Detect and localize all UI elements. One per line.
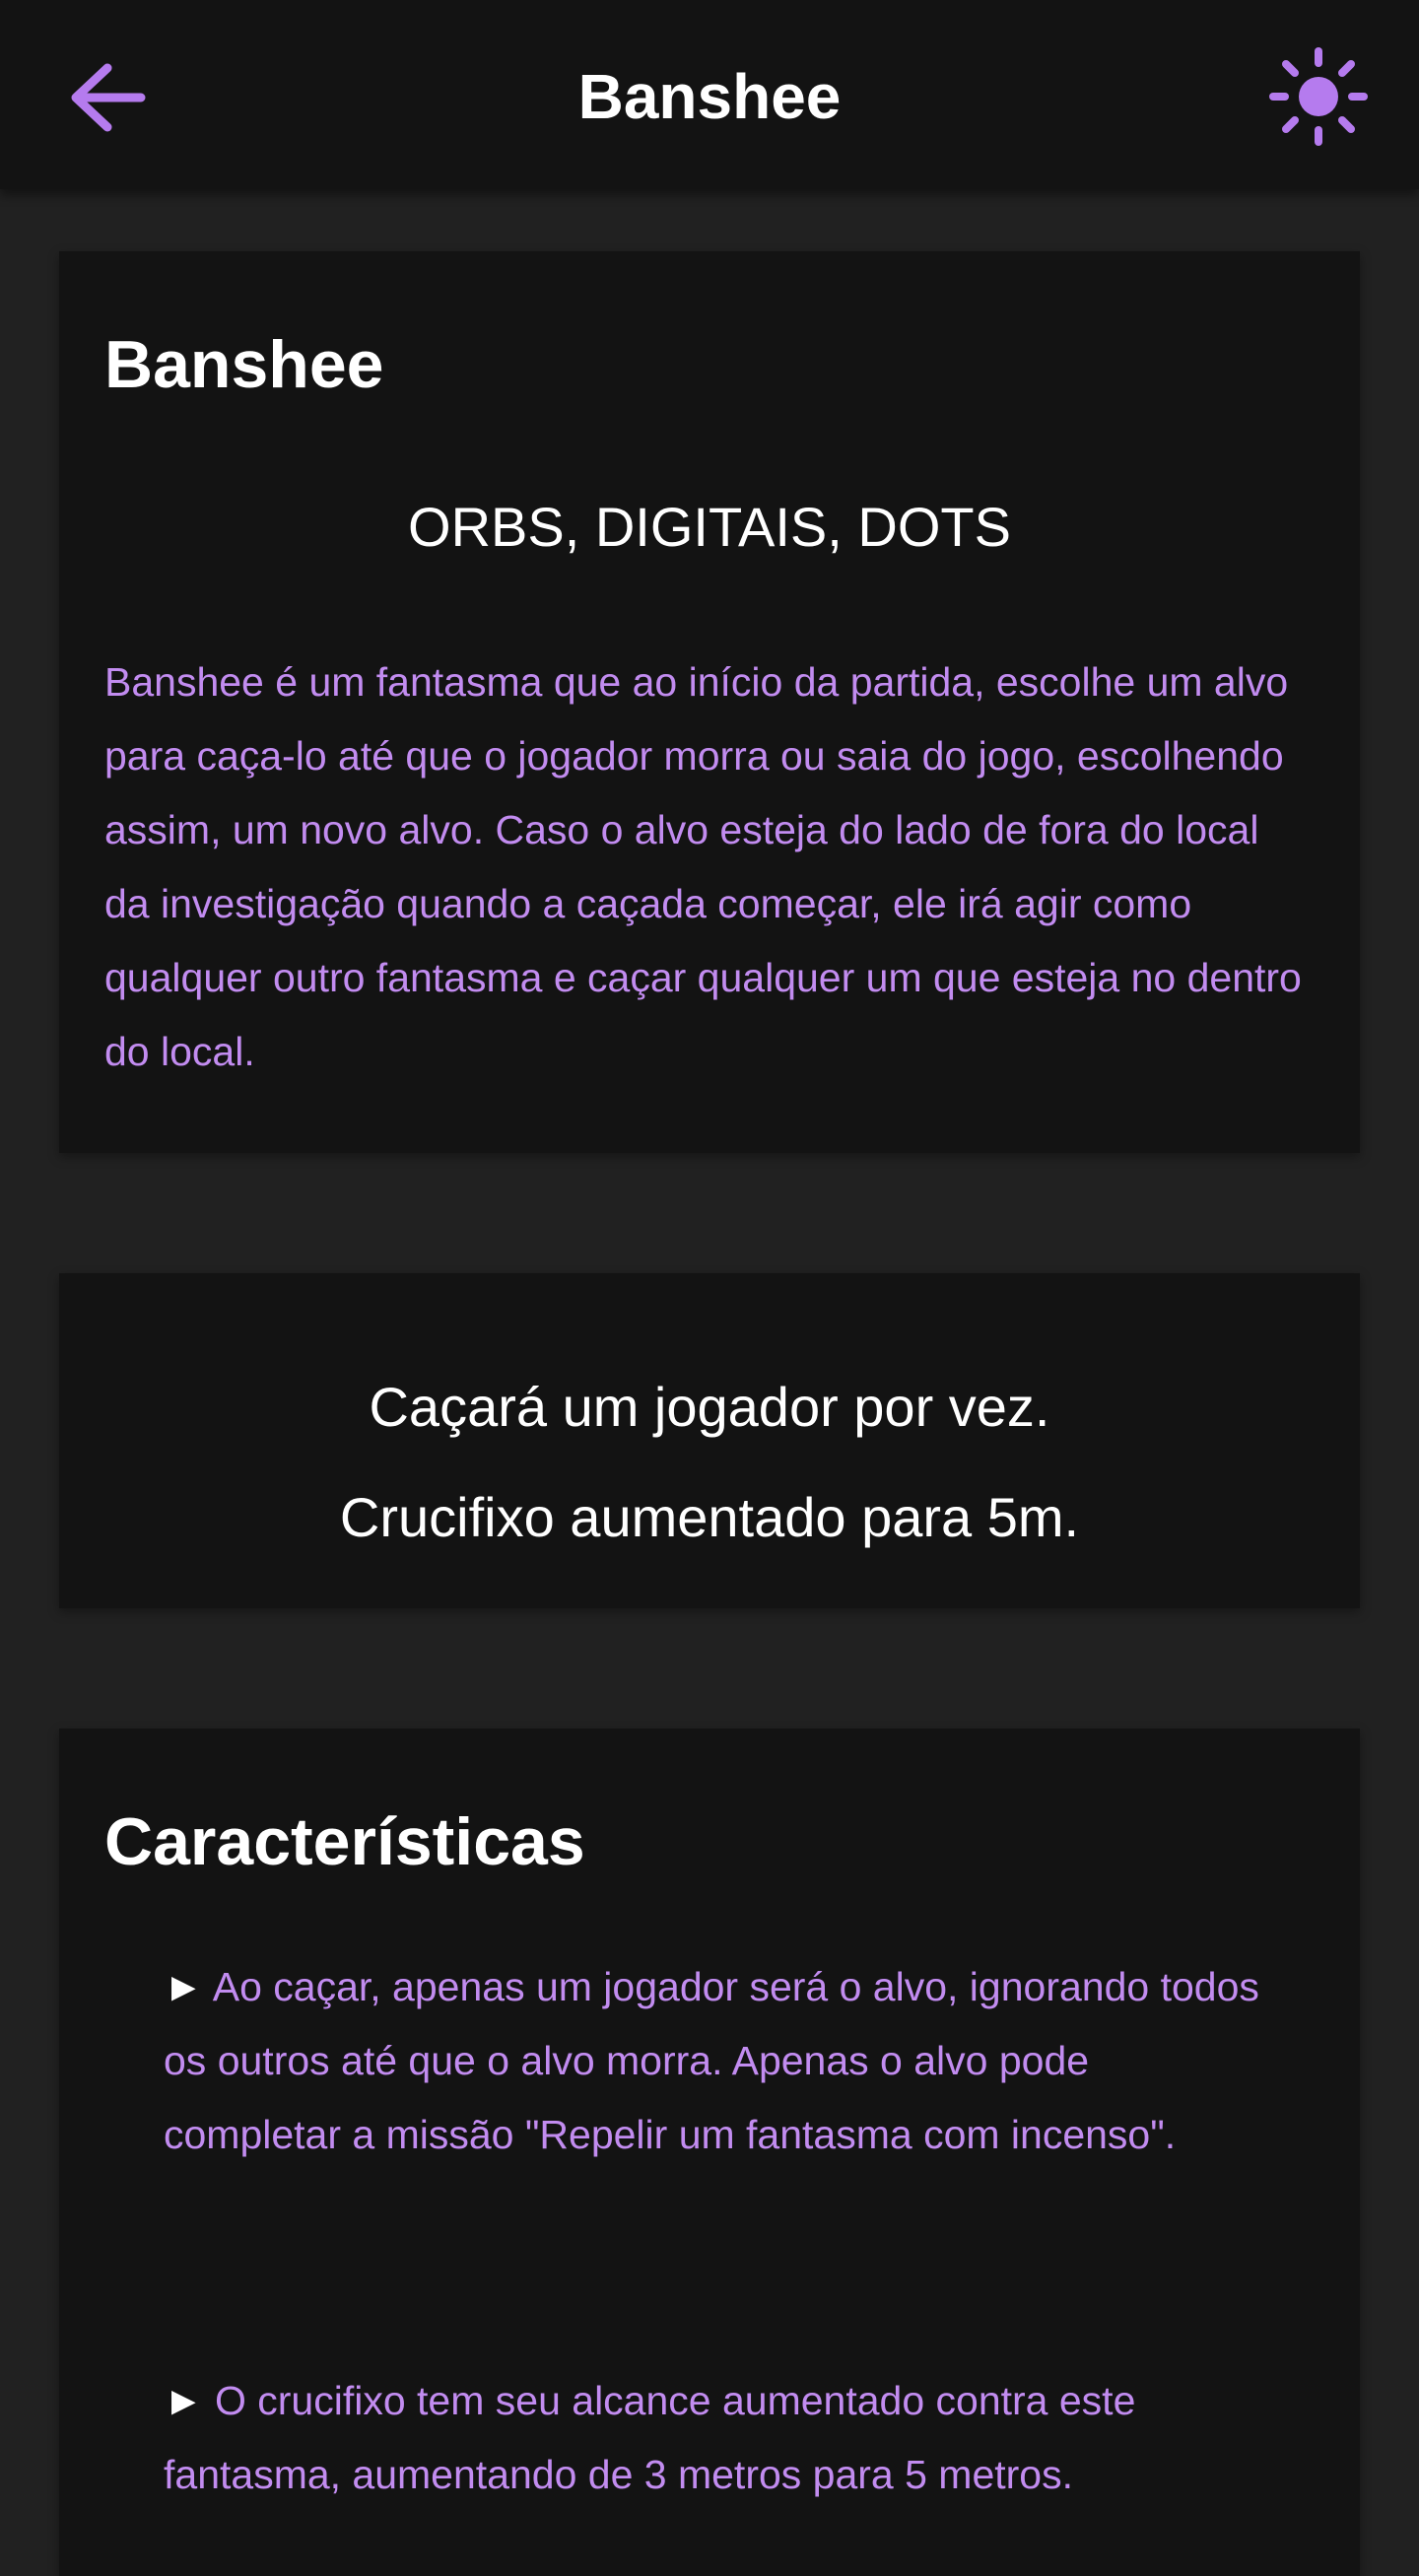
characteristics-card: Características ► Ao caçar, apenas um jo… [59,1729,1360,2576]
page-title: Banshee [577,61,842,132]
sun-icon [1269,47,1368,146]
bullet-arrow-icon: ► [164,1964,204,2009]
ghost-overview-card: Banshee ORBS, DIGITAIS, DOTS Banshee é u… [59,251,1360,1153]
list-item: ► O crucifixo tem seu alcance aumentado … [164,2364,1261,2512]
evidence-list: ORBS, DIGITAIS, DOTS [408,496,1011,558]
ghost-description: Banshee é um fantasma que ao início da p… [104,659,1302,1074]
ghost-name-heading: Banshee [104,327,384,402]
bullet-arrow-icon: ► [164,2378,204,2423]
summary-line-1: Caçará um jogador por vez. [369,1376,1050,1438]
trait-text: O crucifixo tem seu alcance aumentado co… [164,2378,1136,2497]
theme-toggle-button[interactable] [1259,37,1378,156]
characteristics-heading: Características [104,1804,585,1879]
list-item: ► Ao caçar, apenas um jogador será o alv… [164,1950,1261,2172]
summary-line-2: Crucifixo aumentado para 5m. [339,1486,1080,1548]
app-bar: Banshee [0,0,1419,189]
trait-text: Ao caçar, apenas um jogador será o alvo,… [164,1964,1259,2157]
summary-card: Caçará um jogador por vez. Crucifixo aum… [59,1273,1360,1608]
summary-text: Caçará um jogador por vez. Crucifixo aum… [59,1352,1360,1573]
